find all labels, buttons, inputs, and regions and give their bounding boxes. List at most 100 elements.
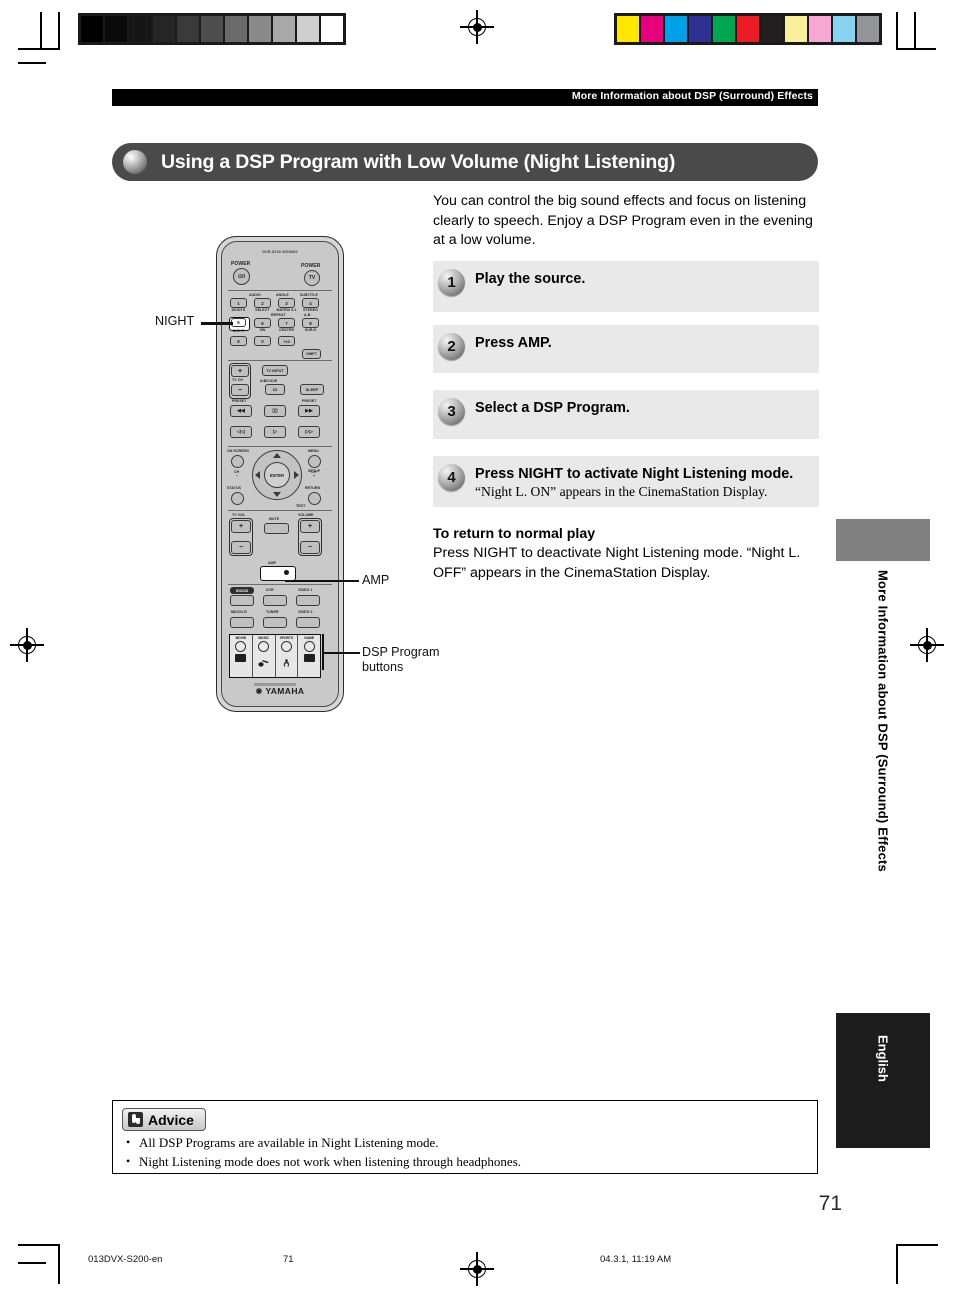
power-tv-label: POWER [301, 263, 321, 269]
tv-vol-down-button[interactable]: − [231, 541, 251, 554]
key-5-night-button[interactable]: 5 [231, 318, 246, 327]
color-bar-6 [761, 16, 783, 42]
color-bar-4 [713, 16, 735, 42]
volume-down-button[interactable]: − [300, 541, 320, 554]
key-4-button[interactable]: 4 [302, 298, 319, 308]
step-number-badge: 1 [438, 269, 465, 296]
return-heading: To return to normal play [433, 526, 596, 542]
crop-mark-tl-h [18, 48, 58, 50]
fast-forward-button[interactable]: ▷▷ [298, 426, 320, 438]
cursor-down-icon[interactable] [273, 492, 281, 497]
source-video2-button[interactable] [296, 617, 320, 628]
on-screen-button[interactable] [231, 455, 244, 468]
source-dvd-cd-button[interactable] [230, 595, 254, 606]
advice-box: Advice All DSP Programs are available in… [112, 1100, 818, 1174]
dsp-program-buttons-group: MOVIE MUSIC SPORTS GAME [229, 634, 321, 678]
dsp-music-knob [258, 641, 270, 652]
key-2-button[interactable]: 2 [254, 298, 271, 308]
remote-divider-3 [228, 446, 332, 447]
return-label: RETURN [305, 486, 321, 490]
dsp-movie-knob [235, 641, 247, 652]
source-md-cdr-label: MD/CD-R [231, 610, 247, 614]
tv-ch-up-button[interactable]: + [231, 365, 249, 377]
key-0-button[interactable]: 0 [254, 336, 271, 346]
dsp-program-button-sports[interactable]: SPORTS [276, 635, 299, 677]
rewind-button[interactable]: ◁◁ [230, 426, 252, 438]
dsp-program-button-music[interactable]: MUSIC [253, 635, 276, 677]
gray-bar-9 [297, 16, 319, 42]
power-left-button[interactable]: ⏻/I [233, 268, 250, 285]
gray-bar-0 [81, 16, 103, 42]
tv-input-button[interactable]: TV INPUT [262, 365, 288, 376]
skip-back-button[interactable]: ◀◀ [230, 405, 252, 417]
power-tv-button[interactable]: TV [304, 270, 320, 286]
advice-list-item: Night Listening mode does not work when … [125, 1152, 809, 1172]
amp-label: AMP [268, 561, 277, 565]
bullet-sphere-icon [123, 150, 147, 174]
key-7-button[interactable]: 7 [278, 318, 295, 328]
side-tab-vertical-text: More Information about DSP (Surround) Ef… [875, 570, 891, 872]
source-tuner-button[interactable] [263, 617, 287, 628]
skip-forward-button[interactable]: ▶▶ [298, 405, 320, 417]
dsp-program-button-game[interactable]: GAME [298, 635, 320, 677]
key-1-button[interactable]: 1 [230, 298, 247, 308]
source-md-cdr-button[interactable] [230, 617, 254, 628]
color-calibration-strip [614, 13, 882, 45]
amp-callout-dot [284, 570, 289, 575]
cursor-left-icon[interactable] [255, 471, 260, 479]
enter-button[interactable]: ENTER [264, 462, 290, 488]
dsp-game-knob [303, 641, 315, 652]
tv-vol-up-button[interactable]: + [231, 520, 251, 533]
test-label: TEST [296, 504, 306, 508]
cursor-right-icon[interactable] [294, 471, 299, 479]
cursor-up-icon[interactable] [273, 453, 281, 458]
status-button[interactable] [231, 492, 244, 505]
gray-bar-10 [321, 16, 343, 42]
key-9-button[interactable]: 9 [230, 336, 247, 346]
color-bar-0 [617, 16, 639, 42]
mute-button[interactable] [264, 523, 289, 534]
sleep-button[interactable]: SLEEP [300, 384, 324, 395]
pointing-hand-icon [128, 1112, 143, 1127]
color-bar-1 [641, 16, 663, 42]
gray-bar-7 [249, 16, 271, 42]
gray-bar-3 [153, 16, 175, 42]
play-button[interactable]: ▷ [264, 426, 286, 438]
ab-label: A-B [304, 313, 311, 317]
menu-label: MENU [308, 449, 319, 453]
pause-button[interactable]: ▯▯ [264, 405, 286, 417]
abcde-button[interactable]: ▭ [265, 384, 285, 395]
step-subtext: “Night L. ON” appears in the CinemaStati… [475, 484, 768, 499]
dsp-movie-label: MOVIE [235, 636, 247, 640]
source-video1-button[interactable] [296, 595, 320, 606]
crop-mark-tr2-v [914, 12, 916, 50]
color-bar-7 [785, 16, 807, 42]
grayscale-calibration-strip [78, 13, 346, 45]
volume-up-button[interactable]: + [300, 520, 320, 533]
print-footer: 013DVX-S200-en 71 04.3.1, 11:19 AM [0, 1254, 954, 1268]
remote-divider-5 [228, 584, 332, 585]
advice-list: All DSP Programs are available in Night … [125, 1133, 809, 1172]
menu-button[interactable] [308, 455, 321, 468]
key-3-button[interactable]: 3 [278, 298, 295, 308]
preset-up-label: PRESET [302, 399, 317, 403]
step-item: 4 Press NIGHT to activate Night Listenin… [433, 456, 819, 507]
crop-mark-tr-h [896, 48, 936, 50]
source-tuner-label: TUNER [266, 610, 279, 614]
return-to-normal-section: To return to normal play Press NIGHT to … [433, 525, 821, 583]
section-title-bar: Using a DSP Program with Low Volume (Nig… [112, 143, 818, 181]
return-button[interactable] [308, 492, 321, 505]
shift-button[interactable]: SHIFT [302, 349, 321, 359]
tv-ch-down-button[interactable]: − [231, 384, 249, 396]
key-6-button[interactable]: 6 [254, 318, 271, 328]
key-8-button[interactable]: 8 [302, 318, 319, 328]
color-bar-10 [857, 16, 879, 42]
footer-filename: 013DVX-S200-en [88, 1254, 163, 1265]
dsp-program-button-movie[interactable]: MOVIE [230, 635, 253, 677]
key-plus10-button[interactable]: +10 [278, 336, 295, 346]
source-vcr-button[interactable] [263, 595, 287, 606]
key-1-sublabel: DD/DTS [231, 308, 246, 312]
ch-plus-sign: + [313, 474, 316, 478]
gray-bar-5 [201, 16, 223, 42]
remote-model-label: DVR-S200 WG5600 [262, 250, 298, 254]
